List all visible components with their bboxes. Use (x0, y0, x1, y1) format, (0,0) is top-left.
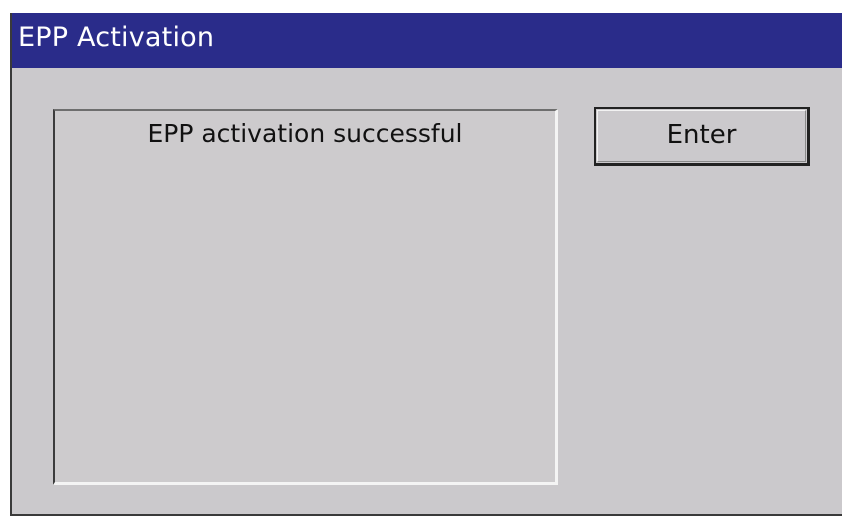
enter-button-label: Enter (666, 120, 737, 150)
window-title: EPP Activation (18, 22, 215, 53)
status-message: EPP activation successful (147, 119, 463, 148)
enter-button[interactable]: Enter (594, 107, 810, 166)
epp-activation-window: EPP Activation EPP activation successful… (10, 13, 842, 516)
message-panel: EPP activation successful (53, 109, 558, 485)
title-bar: EPP Activation (12, 13, 842, 68)
